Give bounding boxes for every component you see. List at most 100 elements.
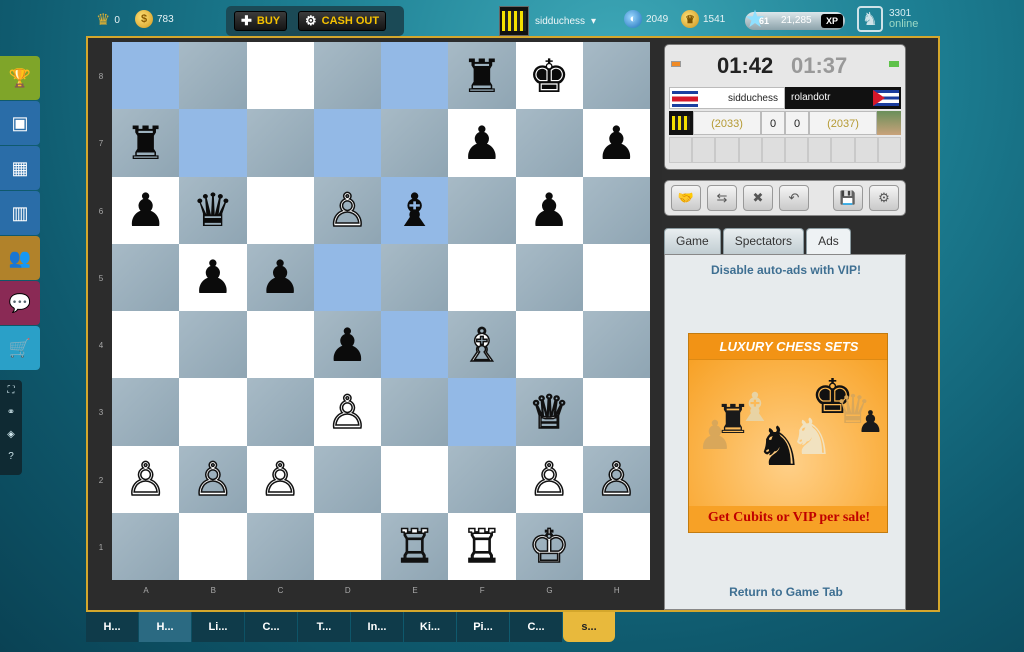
chess-piece[interactable]: ♙: [124, 455, 167, 503]
square-a8[interactable]: [112, 42, 180, 110]
chess-piece[interactable]: ♙: [191, 455, 234, 503]
chess-piece[interactable]: ♗: [460, 321, 503, 369]
square-c1[interactable]: [246, 512, 314, 580]
square-h7[interactable]: ♟: [582, 109, 650, 177]
square-c8[interactable]: [246, 42, 314, 110]
taskbar-item[interactable]: C...: [245, 612, 297, 642]
square-c2[interactable]: ♙: [246, 445, 314, 513]
square-b6[interactable]: ♛: [179, 176, 247, 244]
podium-nav-icon[interactable]: ▥: [0, 191, 40, 235]
buy-button[interactable]: ✚ BUY: [234, 11, 288, 31]
square-c4[interactable]: [246, 311, 314, 379]
help-icon[interactable]: ?: [0, 446, 22, 468]
taskbar-item[interactable]: Ki...: [404, 612, 456, 642]
square-f7[interactable]: ♟: [448, 109, 516, 177]
square-d3[interactable]: ♙: [313, 378, 381, 446]
cashout-button[interactable]: ⚙ CASH OUT: [298, 11, 387, 31]
square-b1[interactable]: [179, 512, 247, 580]
chess-piece[interactable]: ♕: [528, 388, 571, 436]
chess-piece[interactable]: ♟: [260, 254, 301, 300]
taskbar-item[interactable]: T...: [298, 612, 350, 642]
chess-piece[interactable]: ♙: [595, 455, 638, 503]
square-b4[interactable]: [179, 311, 247, 379]
square-h6[interactable]: [582, 176, 650, 244]
taskbar-item[interactable]: H...: [139, 612, 191, 642]
square-c6[interactable]: [246, 176, 314, 244]
square-c7[interactable]: [246, 109, 314, 177]
square-d1[interactable]: [313, 512, 381, 580]
square-a6[interactable]: ♟: [112, 176, 180, 244]
square-h1[interactable]: [582, 512, 650, 580]
boards-nav-icon[interactable]: ▦: [0, 146, 40, 190]
settings-gear-icon[interactable]: ⚙: [869, 185, 899, 211]
chess-piece[interactable]: ♔: [528, 523, 571, 571]
square-b2[interactable]: ♙: [179, 445, 247, 513]
tab-game[interactable]: Game: [664, 228, 721, 254]
tab-spectators[interactable]: Spectators: [722, 228, 805, 254]
square-f8[interactable]: ♜: [448, 42, 516, 110]
square-a5[interactable]: [112, 243, 180, 311]
square-a4[interactable]: [112, 311, 180, 379]
square-b3[interactable]: [179, 378, 247, 446]
undo-icon[interactable]: ↶: [779, 185, 809, 211]
square-f1[interactable]: ♖: [448, 512, 516, 580]
square-h2[interactable]: ♙: [582, 445, 650, 513]
square-a3[interactable]: [112, 378, 180, 446]
square-h4[interactable]: [582, 311, 650, 379]
square-d5[interactable]: [313, 243, 381, 311]
chess-piece[interactable]: ♛: [192, 187, 233, 233]
chess-piece[interactable]: ♖: [393, 523, 436, 571]
online-indicator[interactable]: ♞ 3301 online: [857, 6, 918, 32]
cart-nav-icon[interactable]: 🛒: [0, 326, 40, 370]
square-g8[interactable]: ♚: [515, 42, 583, 110]
save-icon[interactable]: 💾: [833, 185, 863, 211]
square-c3[interactable]: [246, 378, 314, 446]
draw-offer-icon[interactable]: 🤝: [671, 185, 701, 211]
chess-piece[interactable]: ♙: [326, 186, 369, 234]
link-icon[interactable]: ⚭: [0, 402, 22, 424]
square-g6[interactable]: ♟: [515, 176, 583, 244]
square-b8[interactable]: [179, 42, 247, 110]
chess-piece[interactable]: ♙: [326, 388, 369, 436]
square-g5[interactable]: [515, 243, 583, 311]
friends-nav-icon[interactable]: 👥: [0, 236, 40, 280]
taskbar-item[interactable]: C...: [510, 612, 562, 642]
square-a1[interactable]: [112, 512, 180, 580]
square-e5[interactable]: [381, 243, 449, 311]
square-d4[interactable]: ♟: [313, 311, 381, 379]
fullscreen-icon[interactable]: ⛶: [0, 380, 22, 402]
tab-ads[interactable]: Ads: [806, 228, 851, 254]
chess-piece[interactable]: ♟: [327, 322, 368, 368]
chess-piece[interactable]: ♟: [529, 187, 570, 233]
package-icon[interactable]: ◈: [0, 424, 22, 446]
chess-piece[interactable]: ♟: [461, 120, 502, 166]
square-d2[interactable]: [313, 445, 381, 513]
square-d6[interactable]: ♙: [313, 176, 381, 244]
square-g4[interactable]: [515, 311, 583, 379]
square-h8[interactable]: [582, 42, 650, 110]
ad-banner[interactable]: LUXURY CHESS SETS ♟ ♜ ♝ ♞ ♞ ♚ ♛ ♟ Get Cu…: [688, 333, 888, 533]
chess-piece[interactable]: ♝: [394, 187, 435, 233]
square-f3[interactable]: [448, 378, 516, 446]
chess-piece[interactable]: ♚: [529, 53, 570, 99]
adjourn-icon[interactable]: ⇆: [707, 185, 737, 211]
square-a2[interactable]: ♙: [112, 445, 180, 513]
taskbar-item[interactable]: s...: [563, 612, 615, 642]
taskbar-item[interactable]: In...: [351, 612, 403, 642]
resign-icon[interactable]: ✖: [743, 185, 773, 211]
square-g7[interactable]: [515, 109, 583, 177]
chess-piece[interactable]: ♙: [528, 455, 571, 503]
square-g3[interactable]: ♕: [515, 378, 583, 446]
black-player-name[interactable]: rolandotr: [785, 87, 901, 109]
chess-piece[interactable]: ♟: [192, 254, 233, 300]
square-e1[interactable]: ♖: [381, 512, 449, 580]
square-d7[interactable]: [313, 109, 381, 177]
chat-nav-icon[interactable]: 💬: [0, 281, 40, 325]
white-player-name[interactable]: sidduchess: [669, 87, 785, 109]
taskbar-item[interactable]: Pi...: [457, 612, 509, 642]
chess-board[interactable]: ♜ ♚ ♜ ♟ ♟ ♟ ♛ ♙ ♝ ♟ ♟ ♟ ♟ ♗ ♙ ♕ ♙ ♙ ♙ ♙ ♙ ♖ ♖ ♔: [112, 42, 650, 580]
square-e3[interactable]: [381, 378, 449, 446]
square-a7[interactable]: ♜: [112, 109, 180, 177]
square-g1[interactable]: ♔: [515, 512, 583, 580]
square-e7[interactable]: [381, 109, 449, 177]
